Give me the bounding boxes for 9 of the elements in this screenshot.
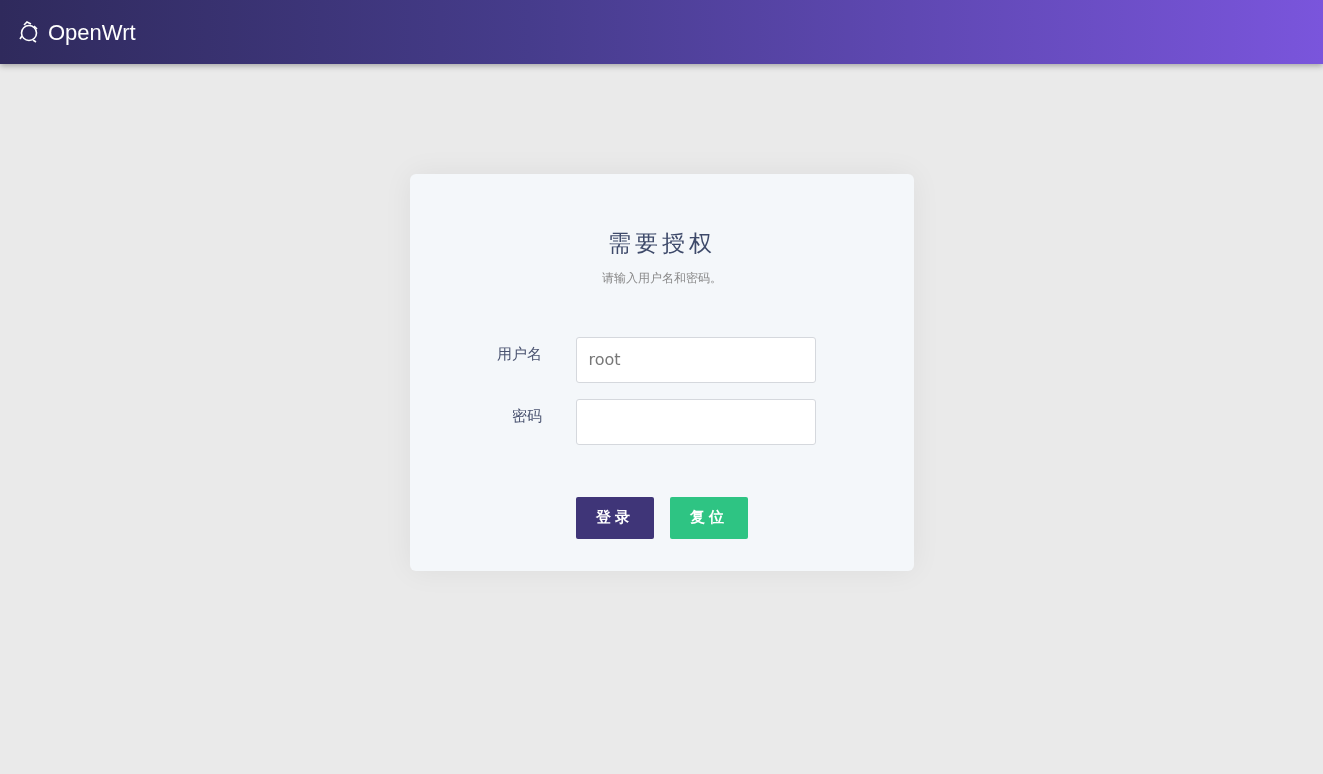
password-field[interactable] — [575, 398, 816, 445]
login-title: 需要授权 — [606, 229, 717, 258]
brand-name: OpenWrt — [48, 18, 136, 47]
field-label: 用户名 — [495, 343, 543, 365]
login-subtitle: 请输入用户名和密码。 — [600, 269, 723, 287]
login-button[interactable]: 登录 — [575, 496, 654, 539]
field-label: 密码 — [510, 405, 543, 427]
username-field[interactable]: root — [575, 336, 816, 383]
logo-icon — [18, 20, 40, 44]
